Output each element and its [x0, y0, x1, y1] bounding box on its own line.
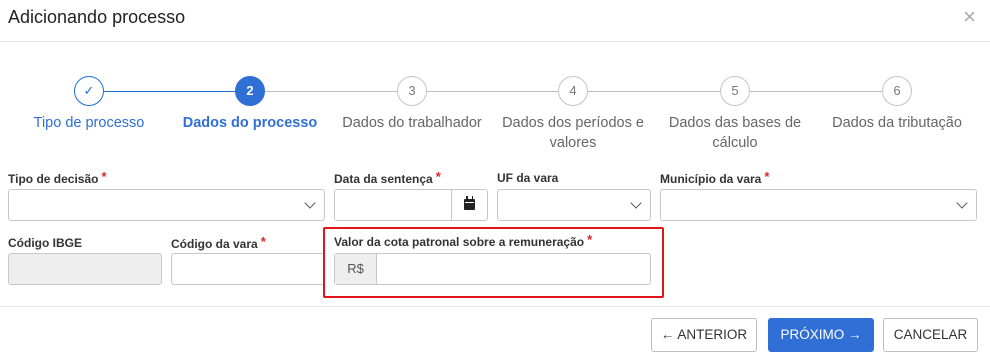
- required-marker: *: [260, 234, 266, 249]
- label-text: Código da vara: [171, 237, 258, 251]
- step-dados-dos-periodos[interactable]: 4 Dados dos períodos e valores: [493, 76, 653, 153]
- uf-vara-label: UF da vara: [497, 171, 559, 185]
- step-tipo-de-processo[interactable]: ✓ Tipo de processo: [4, 76, 174, 133]
- label-text: Valor da cota patronal sobre a remuneraç…: [334, 235, 585, 249]
- step-dados-das-bases[interactable]: 5 Dados das bases de cálculo: [660, 76, 810, 153]
- step-dados-da-tributacao[interactable]: 6 Dados da tributação: [822, 76, 972, 133]
- step-label: Dados das bases de cálculo: [668, 115, 802, 151]
- step-label: Tipo de processo: [33, 115, 145, 131]
- dialog-header: Adicionando processo ×: [0, 0, 990, 42]
- step-number: 3: [397, 76, 427, 106]
- check-icon: ✓: [74, 76, 104, 106]
- footer-divider: [0, 306, 990, 307]
- valor-cota-label: Valor da cota patronal sobre a remuneraç…: [334, 232, 593, 249]
- data-sentenca-label: Data da sentença *: [334, 169, 441, 186]
- anterior-button[interactable]: ← ANTERIOR: [651, 318, 757, 352]
- codigo-vara-label: Código da vara *: [171, 234, 266, 251]
- required-marker: *: [101, 169, 107, 184]
- label-text: Município da vara: [660, 172, 762, 186]
- required-marker: *: [587, 232, 593, 247]
- label-text: Tipo de decisão: [8, 172, 99, 186]
- chevron-down-icon: [630, 197, 642, 209]
- step-number: 4: [558, 76, 588, 106]
- proximo-button[interactable]: PRÓXIMO →: [768, 318, 874, 352]
- codigo-vara-input[interactable]: [171, 253, 325, 285]
- required-marker: *: [764, 169, 770, 184]
- step-number: 5: [720, 76, 750, 106]
- codigo-ibge-input: [8, 253, 162, 285]
- step-number: 2: [235, 76, 265, 106]
- step-label: Dados do processo: [182, 115, 318, 131]
- close-icon[interactable]: ×: [963, 6, 976, 28]
- step-label: Dados dos períodos e valores: [502, 115, 644, 151]
- uf-vara-select[interactable]: [497, 189, 651, 221]
- step-number: 6: [882, 76, 912, 106]
- chevron-down-icon: [304, 197, 316, 209]
- label-text: Data da sentença: [334, 172, 433, 186]
- step-label: Dados do trabalhador: [342, 115, 482, 131]
- step-dados-do-processo[interactable]: 2 Dados do processo: [165, 76, 335, 133]
- municipio-vara-label: Município da vara *: [660, 169, 770, 186]
- calendar-button[interactable]: [451, 190, 487, 220]
- municipio-vara-select[interactable]: [660, 189, 977, 221]
- required-marker: *: [435, 169, 441, 184]
- dialog-title: Adicionando processo: [8, 7, 186, 27]
- tipo-decisao-select[interactable]: [8, 189, 325, 221]
- cancelar-button[interactable]: CANCELAR: [883, 318, 978, 352]
- codigo-ibge-label: Código IBGE: [8, 236, 82, 250]
- currency-prefix: R$: [335, 254, 377, 284]
- chevron-down-icon: [956, 197, 968, 209]
- wizard-stepper: ✓ Tipo de processo 2 Dados do processo 3…: [0, 76, 990, 156]
- step-dados-do-trabalhador[interactable]: 3 Dados do trabalhador: [327, 76, 497, 133]
- data-sentenca-input[interactable]: [334, 189, 488, 221]
- tipo-decisao-label: Tipo de decisão *: [8, 169, 107, 186]
- valor-cota-input[interactable]: R$: [334, 253, 651, 285]
- step-label: Dados da tributação: [832, 115, 962, 131]
- calendar-icon: [464, 196, 475, 210]
